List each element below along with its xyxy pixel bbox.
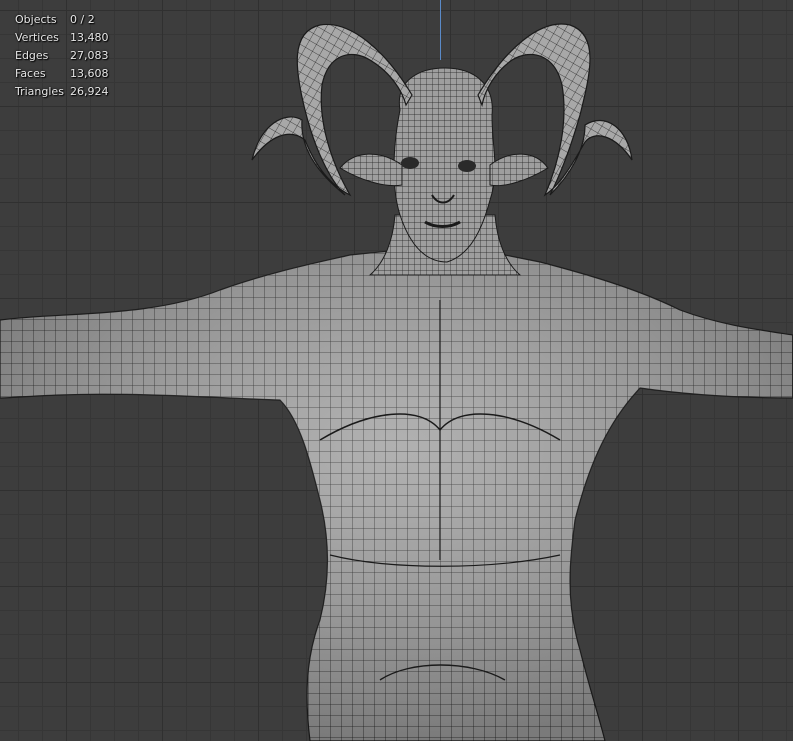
3d-viewport[interactable]: Objects 0 / 2 Vertices 13,480 Edges 27,0… [0, 0, 793, 741]
stat-row-edges: Edges 27,083 [15, 47, 109, 65]
right-ear-mesh [489, 153, 549, 187]
stat-value: 26,924 [70, 85, 109, 98]
stat-label: Triangles [15, 85, 64, 98]
stat-value: 13,480 [70, 31, 109, 44]
stat-row-vertices: Vertices 13,480 [15, 29, 109, 47]
stat-row-faces: Faces 13,608 [15, 65, 109, 83]
mesh-model[interactable] [0, 0, 793, 741]
stat-value: 13,608 [70, 67, 109, 80]
stat-row-objects: Objects 0 / 2 [15, 11, 109, 29]
stat-label: Vertices [15, 31, 59, 44]
stat-value: 0 / 2 [70, 13, 95, 26]
left-eye [401, 157, 419, 169]
left-ear-mesh [339, 153, 403, 187]
stat-label: Edges [15, 49, 49, 62]
stat-label: Faces [15, 67, 46, 80]
right-eye [458, 160, 476, 172]
statistics-overlay: Objects 0 / 2 Vertices 13,480 Edges 27,0… [15, 11, 109, 101]
stat-label: Objects [15, 13, 57, 26]
stat-value: 27,083 [70, 49, 109, 62]
stat-row-triangles: Triangles 26,924 [15, 83, 109, 101]
